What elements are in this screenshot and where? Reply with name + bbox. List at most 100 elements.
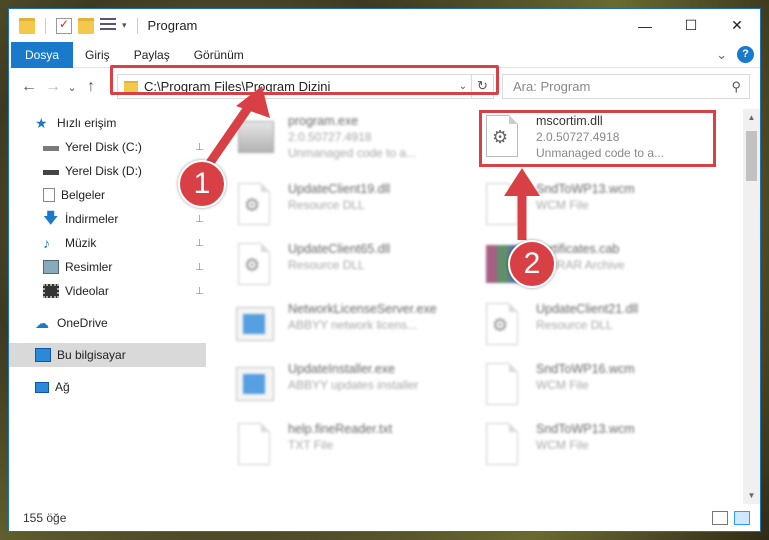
file-list: program.exe 2.0.50727.4918 Unmanaged cod… — [214, 109, 740, 504]
pin-icon[interactable]: ⊥ — [195, 142, 204, 153]
refresh-button[interactable]: ↻ — [471, 75, 493, 98]
sidebar-item-local-disk-d[interactable]: Yerel Disk (D:) ⊥ — [9, 159, 206, 183]
file-item[interactable]: program.exe 2.0.50727.4918 Unmanaged cod… — [234, 111, 474, 167]
file-icon — [482, 183, 524, 229]
sidebar-item-videos[interactable]: Videolar ⊥ — [9, 279, 206, 303]
sidebar-item-label: Yerel Disk (C:) — [65, 140, 142, 154]
sidebar-item-downloads[interactable]: 🡇 İndirmeler ⊥ — [9, 207, 206, 231]
navigation-bar: ← → ⌄ ↑ C:\Program Files\Program Dizini … — [9, 69, 760, 105]
file-item[interactable]: SndToWP16.wcm WCM File — [482, 359, 722, 415]
search-box[interactable]: Ara: Program ⚲ — [502, 74, 750, 99]
new-folder-icon[interactable] — [78, 17, 94, 34]
file-version: 2.0.50727.4918 — [288, 130, 372, 144]
tab-share[interactable]: Paylaş — [122, 42, 182, 68]
sidebar-item-label: Videolar — [65, 284, 109, 298]
separator — [136, 17, 138, 34]
sidebar-item-onedrive[interactable]: ☁ OneDrive — [9, 311, 206, 335]
window-controls: — ☐ ✕ — [622, 9, 760, 42]
help-icon[interactable]: ? — [737, 46, 754, 63]
app-icon — [234, 363, 276, 409]
file-item[interactable]: SndToWP13.wcm WCM File — [482, 179, 722, 235]
address-path[interactable]: C:\Program Files\Program Dizini — [144, 79, 455, 94]
ribbon-tabs: Dosya Giriş Paylaş Görünüm ⌄ ? — [9, 41, 760, 68]
file-type: Resource DLL — [288, 198, 365, 212]
drive-icon — [43, 164, 59, 178]
minimize-button[interactable]: — — [622, 9, 668, 42]
tab-view[interactable]: Görünüm — [182, 42, 256, 68]
file-item-mscortim-dll[interactable]: ⚙ mscortim.dll 2.0.50727.4918 Unmanaged … — [482, 111, 722, 167]
file-item[interactable]: ⚙ UpdateClient65.dll Resource DLL — [234, 239, 474, 295]
sidebar-item-documents[interactable]: Belgeler ⊥ — [9, 183, 206, 207]
tab-file[interactable]: Dosya — [11, 41, 74, 68]
file-name: SndToWP13.wcm — [536, 422, 635, 436]
address-bar[interactable]: C:\Program Files\Program Dizini ⌄ ↻ — [117, 74, 494, 99]
file-name: UpdateClient21.dll — [536, 302, 639, 316]
expand-ribbon-icon[interactable]: ⌄ — [716, 47, 727, 63]
vertical-scrollbar[interactable]: ▲ ▼ — [743, 109, 760, 504]
file-item[interactable]: NetworkLicenseServer.exe ABBYY network l… — [234, 299, 474, 355]
sidebar-item-pictures[interactable]: Resimler ⊥ — [9, 255, 206, 279]
file-item[interactable]: ⚙ UpdateClient21.dll Resource DLL — [482, 299, 722, 355]
scroll-down-icon[interactable]: ▼ — [743, 487, 760, 504]
step-1-badge: 1 — [178, 160, 226, 208]
file-description: ABBYY updates installer — [288, 378, 419, 392]
sidebar-item-this-pc[interactable]: Bu bilgisayar — [9, 343, 206, 367]
file-icon — [482, 423, 524, 469]
sidebar-item-label: Yerel Disk (D:) — [65, 164, 142, 178]
file-name: UpdateClient19.dll — [288, 182, 391, 196]
documents-icon — [43, 188, 55, 202]
file-name: UpdateClient65.dll — [288, 242, 391, 256]
music-icon: ♪ — [43, 235, 50, 251]
tab-home[interactable]: Giriş — [73, 42, 122, 68]
sidebar-item-local-disk-c[interactable]: Yerel Disk (C:) ⊥ — [9, 135, 206, 159]
forward-button[interactable]: → — [41, 78, 65, 96]
scroll-up-icon[interactable]: ▲ — [743, 109, 760, 126]
pin-icon[interactable]: ⊥ — [195, 214, 204, 225]
file-name: SndToWP16.wcm — [536, 362, 635, 376]
file-item[interactable]: help.fineReader.txt TXT File — [234, 419, 474, 475]
recent-locations-button[interactable]: ⌄ — [65, 81, 79, 94]
file-name: mscortim.dll — [536, 114, 603, 128]
search-icon[interactable]: ⚲ — [731, 79, 741, 95]
pin-icon[interactable]: ⊥ — [195, 262, 204, 273]
details-view-icon[interactable] — [712, 511, 728, 525]
window-title: Program — [147, 18, 198, 33]
up-button[interactable]: ↑ — [79, 78, 103, 96]
network-icon — [35, 381, 49, 393]
search-input[interactable]: Ara: Program — [513, 79, 590, 94]
address-dropdown-icon[interactable]: ⌄ — [455, 81, 471, 92]
scrollbar-thumb[interactable] — [746, 131, 757, 181]
file-name: help.fineReader.txt — [288, 422, 393, 436]
status-bar: 155 öğe — [9, 505, 760, 531]
customize-toolbar-dropdown-icon[interactable]: ▾ — [122, 20, 127, 31]
sidebar-item-network[interactable]: Ağ — [9, 375, 206, 399]
folder-icon — [19, 17, 35, 34]
quick-access-toolbar: ▾ — [9, 17, 142, 34]
file-type: WCM File — [536, 378, 589, 392]
sidebar-item-music[interactable]: ♪ Müzik ⊥ — [9, 231, 206, 255]
folder-icon — [124, 80, 138, 93]
pin-icon[interactable]: ⊥ — [195, 238, 204, 249]
tiles-view-icon[interactable] — [734, 511, 750, 525]
back-button[interactable]: ← — [17, 78, 41, 96]
file-item[interactable]: ⚙ UpdateClient19.dll Resource DLL — [234, 179, 474, 235]
navigation-pane: ★ Hızlı erişim Yerel Disk (C:) ⊥ Yerel D… — [9, 109, 206, 505]
file-item[interactable]: SndToWP13.wcm WCM File — [482, 419, 722, 475]
properties-check-icon[interactable] — [56, 17, 72, 34]
properties-icon[interactable] — [100, 17, 116, 34]
maximize-button[interactable]: ☐ — [668, 9, 714, 42]
file-type: WCM File — [536, 198, 589, 212]
pin-icon[interactable]: ⊥ — [195, 286, 204, 297]
close-button[interactable]: ✕ — [714, 9, 760, 42]
download-icon: 🡇 — [43, 210, 59, 227]
sidebar-item-quick-access[interactable]: ★ Hızlı erişim — [9, 111, 206, 135]
file-version: 2.0.50727.4918 — [536, 130, 620, 144]
dll-icon: ⚙ — [234, 183, 276, 229]
sidebar-item-label: İndirmeler — [65, 212, 119, 226]
ribbon-right-controls: ⌄ ? — [716, 46, 754, 63]
pictures-icon — [43, 260, 59, 274]
exe-icon — [234, 115, 276, 161]
computer-icon — [35, 348, 51, 362]
app-icon — [234, 303, 276, 349]
file-item[interactable]: UpdateInstaller.exe ABBYY updates instal… — [234, 359, 474, 415]
